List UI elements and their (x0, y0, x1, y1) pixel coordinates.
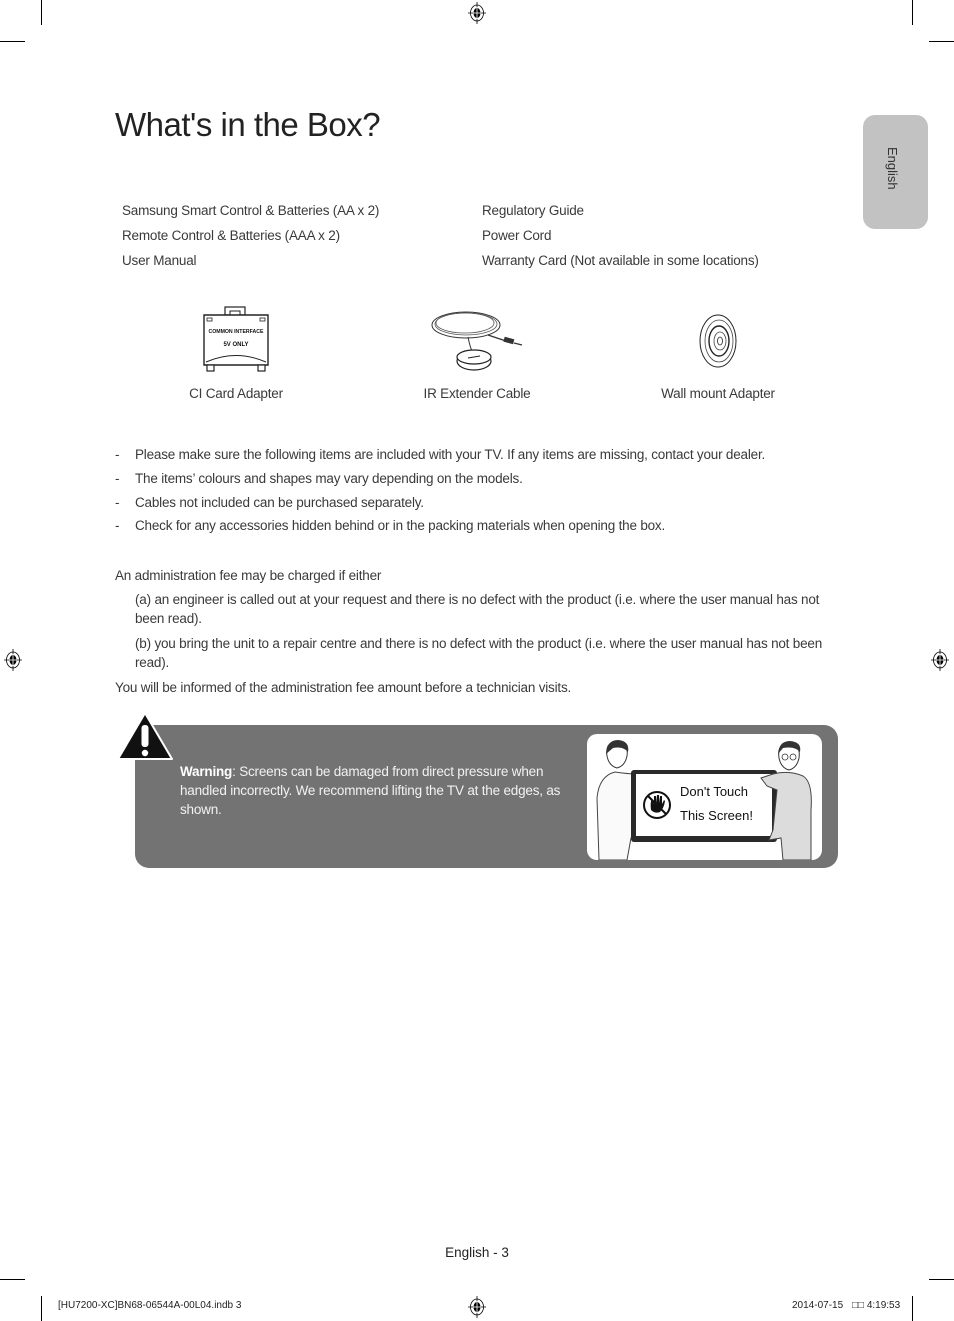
ci-card-adapter-icon: COMMON INTERFACE 5V ONLY (203, 306, 269, 372)
ir-extender-cable-icon (431, 311, 523, 371)
admin-fee-intro: An administration fee may be charged if … (115, 568, 382, 583)
tv-text-line2: This Screen! (680, 808, 753, 823)
no-touch-hand-icon (643, 791, 671, 819)
note-text: Check for any accessories hidden behind … (135, 518, 666, 533)
note-text: The items’ colours and shapes may vary d… (135, 471, 523, 486)
accessory-label: IR Extender Cable (423, 386, 531, 401)
crop-mark (0, 1279, 25, 1280)
ci-card-text: COMMON INTERFACE (208, 329, 264, 335)
page-number: English - 3 (445, 1245, 509, 1260)
crop-mark (929, 41, 954, 42)
warning-illustration: Don't Touch This Screen! (587, 734, 822, 860)
contents-item: User Manual (122, 253, 197, 268)
accessory-label: Wall mount Adapter (661, 386, 775, 401)
person-right-icon (760, 741, 812, 860)
contents-item: Power Cord (482, 228, 552, 243)
crop-mark (912, 0, 913, 25)
print-slug-file: [HU7200-XC]BN68-06544A-00L04.indb 3 (58, 1300, 242, 1311)
note-text: Cables not included can be purchased sep… (135, 495, 424, 510)
contents-item: Warranty Card (Not available in some loc… (482, 253, 759, 268)
crop-mark (929, 1279, 954, 1280)
tv-text-line1: Don't Touch (680, 784, 749, 799)
page-title: What's in the Box? (115, 106, 381, 143)
registration-mark-icon (4, 649, 22, 671)
tv-illustration: Don't Touch This Screen! (631, 770, 777, 842)
note-item: - Check for any accessories hidden behind… (115, 518, 665, 533)
contents-item: Regulatory Guide (482, 203, 584, 218)
print-slug-date: 2014-07-15 (792, 1300, 844, 1311)
registration-mark-icon (468, 1296, 486, 1318)
warning-text: Warning: Screens can be damaged from dir… (180, 762, 570, 819)
crop-mark (41, 0, 42, 25)
contents-item: Remote Control & Batteries (AAA x 2) (122, 228, 340, 243)
bullet-dash: - (115, 495, 120, 510)
print-slug-timestamp: 2014-07-15 □□ 4:19:53 (792, 1300, 900, 1311)
note-text: Please make sure the following items are… (135, 447, 766, 462)
warning-triangle-icon (117, 712, 173, 760)
warning-label: Warning (180, 764, 233, 779)
registration-mark-icon (931, 649, 949, 671)
admin-fee-closing: You will be informed of the administrati… (115, 680, 572, 695)
print-slug-time: 4:19:53 (866, 1300, 901, 1311)
ci-card-text: 5V ONLY (223, 342, 248, 348)
crop-mark (912, 1296, 913, 1321)
registration-mark-icon (468, 2, 486, 24)
bullet-dash: - (115, 518, 120, 533)
wall-mount-adapter-icon (699, 314, 737, 368)
tv-screen: Don't Touch This Screen! (636, 774, 772, 836)
admin-fee-case-b: (b) you bring the unit to a repair centr… (135, 636, 823, 670)
admin-fee-case-a: (a) an engineer is called out at your re… (135, 592, 820, 626)
bullet-dash: - (115, 447, 120, 462)
language-tab-label: English (885, 147, 900, 190)
note-item: - Cables not included can be purchased se… (115, 495, 424, 510)
warning-body: : Screens can be damaged from direct pre… (180, 764, 561, 817)
bullet-dash: - (115, 471, 120, 486)
crop-mark (41, 1296, 42, 1321)
print-slug-time-prefix: □□ (851, 1300, 865, 1311)
note-item: - The items’ colours and shapes may vary … (115, 471, 523, 486)
contents-item: Samsung Smart Control & Batteries (AA x … (122, 203, 380, 218)
crop-mark (0, 41, 25, 42)
accessory-label: CI Card Adapter (189, 386, 283, 401)
note-item: - Please make sure the following items ar… (115, 447, 765, 462)
language-tab: English (863, 115, 928, 229)
